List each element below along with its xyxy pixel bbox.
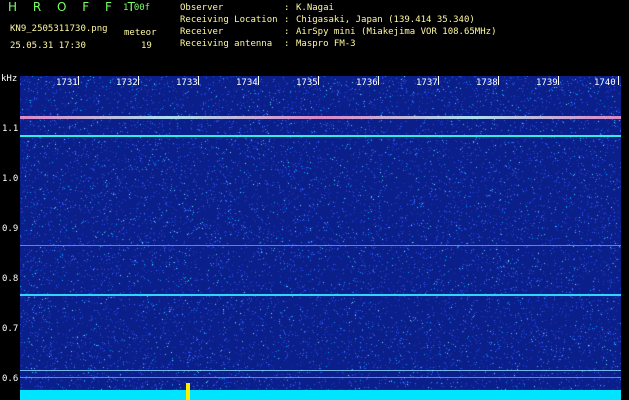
- x-label-1731: 1731: [56, 78, 78, 88]
- location-sep: :: [284, 15, 290, 25]
- x-tick: [618, 76, 619, 85]
- x-tick: [138, 76, 139, 85]
- x-tick: [558, 76, 559, 85]
- x-label-1736: 1736: [356, 78, 378, 88]
- x-label-1740: 1740: [594, 78, 616, 88]
- x-tick: [198, 76, 199, 85]
- y-label-0.8: 0.8: [2, 274, 19, 284]
- band-870hz: [20, 245, 621, 246]
- x-tick: [78, 76, 79, 85]
- observer-sep: :: [284, 3, 290, 13]
- band-770hz: [20, 294, 621, 296]
- x-label-1734: 1734: [236, 78, 258, 88]
- x-tick: [378, 76, 379, 85]
- x-tick: [258, 76, 259, 85]
- y-label-1.0: 1.0: [2, 174, 19, 184]
- meteor-echo: [186, 383, 190, 400]
- observer-value: K.Nagai: [296, 3, 334, 13]
- version-label: 1.00f: [123, 3, 151, 13]
- x-tick: [318, 76, 319, 85]
- antenna-key: Receiving antenna: [180, 39, 273, 49]
- y-label-0.7: 0.7: [2, 324, 19, 334]
- header-panel: H R O F F T 1.00f KN9_2505311730.png met…: [0, 0, 629, 74]
- y-label-0.9: 0.9: [2, 224, 19, 234]
- receiver-value: AirSpy mini (Miakejima VOR 108.65MHz): [296, 27, 497, 37]
- spectrogram-plot[interactable]: [20, 76, 621, 400]
- y-axis-unit: kHz: [1, 74, 18, 84]
- spectrogram-noise: [20, 76, 621, 400]
- location-value: Chigasaki, Japan (139.414 35.340): [296, 15, 475, 25]
- band-1090hz: [20, 135, 621, 137]
- datetime-label: 25.05.31 17:30: [10, 41, 86, 51]
- x-label-1733: 1733: [176, 78, 198, 88]
- x-label-1737: 1737: [416, 78, 438, 88]
- observer-key: Observer: [180, 3, 224, 13]
- app-title: H R O F F T: [8, 0, 142, 14]
- x-label-1732: 1732: [116, 78, 138, 88]
- band-610hz: [20, 377, 621, 378]
- band-1120hz: [20, 116, 621, 119]
- meteor-count: 19: [141, 41, 152, 51]
- x-label-1735: 1735: [296, 78, 318, 88]
- receiver-sep: :: [284, 27, 290, 37]
- y-label-0.6: 0.6: [2, 374, 19, 384]
- x-label-1739: 1739: [536, 78, 558, 88]
- location-key: Receiving Location: [180, 15, 278, 25]
- baseline-band: [20, 390, 621, 400]
- band-620hz: [20, 370, 621, 371]
- x-tick: [438, 76, 439, 85]
- antenna-sep: :: [284, 39, 290, 49]
- receiver-key: Receiver: [180, 27, 224, 37]
- meteor-label: meteor: [124, 28, 157, 38]
- y-label-1.1: 1.1: [2, 124, 19, 134]
- x-tick: [498, 76, 499, 85]
- x-label-1738: 1738: [476, 78, 498, 88]
- antenna-value: Maspro FM-3: [296, 39, 356, 49]
- file-name: KN9_2505311730.png: [10, 24, 108, 34]
